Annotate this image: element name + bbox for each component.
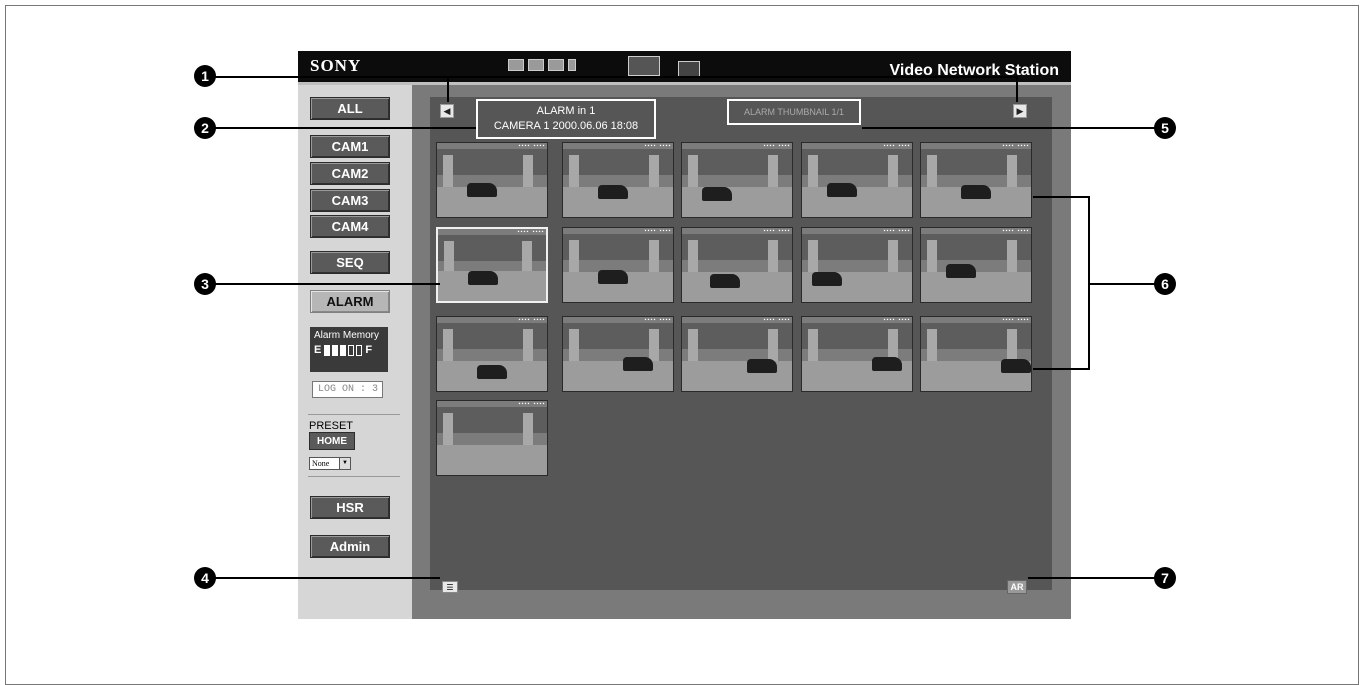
ar-button[interactable]: AR: [1007, 580, 1027, 594]
alarm-thumbnail[interactable]: ▪▪▪▪ ▪▪▪▪: [436, 227, 548, 303]
memory-cell: [324, 344, 331, 356]
callout-line-6: [1088, 283, 1160, 285]
callout-5: 5: [1154, 117, 1176, 139]
alarm-button[interactable]: ALARM: [310, 290, 390, 313]
callout-line-3: [210, 283, 440, 285]
sidebar-divider: [308, 476, 400, 477]
alarm-info-line1: ALARM in 1: [536, 105, 596, 117]
alarm-thumbnail[interactable]: ▪▪▪▪ ▪▪▪▪: [436, 316, 548, 392]
alarm-thumbnail[interactable]: ▪▪▪▪ ▪▪▪▪: [801, 142, 913, 218]
alarm-thumbnail[interactable]: ▪▪▪▪ ▪▪▪▪: [436, 400, 548, 476]
memory-cell: [348, 344, 355, 356]
logon-counter: LOG ON : 3: [312, 381, 383, 398]
admin-button[interactable]: Admin: [310, 535, 390, 558]
seq-button[interactable]: SEQ: [310, 251, 390, 274]
alarm-thumbnail[interactable]: ▪▪▪▪ ▪▪▪▪: [801, 316, 913, 392]
callout-7: 7: [1154, 567, 1176, 589]
alarm-thumbnail[interactable]: ▪▪▪▪ ▪▪▪▪: [801, 227, 913, 303]
callout-4: 4: [194, 567, 216, 589]
preset-select-value: None: [312, 459, 330, 468]
callout-6: 6: [1154, 273, 1176, 295]
alarm-thumbnail[interactable]: ▪▪▪▪ ▪▪▪▪: [436, 142, 548, 218]
alarm-info-box: ALARM in 1 CAMERA 1 2000.06.06 18:08: [476, 99, 656, 139]
home-button[interactable]: HOME: [309, 432, 355, 450]
alarm-memory-label: Alarm Memory: [314, 330, 380, 341]
alarm-thumbnail[interactable]: ▪▪▪▪ ▪▪▪▪: [681, 142, 793, 218]
thumbnail-title-box: ALARM THUMBNAIL 1/1: [727, 99, 861, 125]
callout-bracket-bottom: [1033, 368, 1089, 370]
alarm-thumbnail[interactable]: ▪▪▪▪ ▪▪▪▪: [681, 227, 793, 303]
callout-line-7: [1028, 577, 1162, 579]
right-arrow-icon[interactable]: ▶: [1013, 104, 1027, 118]
preset-label: PRESET: [309, 420, 354, 432]
callout-line-1a: [447, 76, 449, 102]
callout-3: 3: [194, 273, 216, 295]
memory-cell: [356, 344, 363, 356]
preset-select[interactable]: None ▼: [309, 457, 351, 470]
cam3-button[interactable]: CAM3: [310, 189, 390, 212]
alarm-thumbnail[interactable]: ▪▪▪▪ ▪▪▪▪: [920, 316, 1032, 392]
alarm-thumbnail[interactable]: ▪▪▪▪ ▪▪▪▪: [562, 316, 674, 392]
callout-line-1: [210, 76, 1016, 78]
callout-bracket-top: [1033, 196, 1089, 198]
left-arrow-icon[interactable]: ◀: [440, 104, 454, 118]
callout-line-5: [862, 127, 1162, 129]
callout-line-1b: [1016, 76, 1018, 102]
alarm-memory-empty-label: E: [314, 344, 322, 356]
cam1-button[interactable]: CAM1: [310, 135, 390, 158]
chevron-down-icon[interactable]: ▼: [339, 458, 350, 469]
cam2-button[interactable]: CAM2: [310, 162, 390, 185]
callout-2: 2: [194, 117, 216, 139]
alarm-memory-full-label: F: [365, 344, 373, 356]
alarm-info-line2: CAMERA 1 2000.06.06 18:08: [493, 120, 639, 132]
alarm-thumbnail[interactable]: ▪▪▪▪ ▪▪▪▪: [920, 227, 1032, 303]
all-button[interactable]: ALL: [310, 97, 390, 120]
list-icon[interactable]: ☰: [442, 581, 458, 593]
alarm-thumbnail[interactable]: ▪▪▪▪ ▪▪▪▪: [562, 142, 674, 218]
alarm-memory-indicator: Alarm Memory E F: [310, 327, 388, 372]
callout-line-4: [210, 577, 440, 579]
cam4-button[interactable]: CAM4: [310, 215, 390, 238]
memory-cell: [340, 344, 347, 356]
memory-cell: [332, 344, 339, 356]
callout-line-2: [210, 127, 476, 129]
callout-1: 1: [194, 65, 216, 87]
alarm-thumbnail[interactable]: ▪▪▪▪ ▪▪▪▪: [681, 316, 793, 392]
hsr-button[interactable]: HSR: [310, 496, 390, 519]
sony-logo: SONY: [310, 56, 362, 75]
sidebar-divider: [308, 414, 400, 415]
alarm-thumbnail[interactable]: ▪▪▪▪ ▪▪▪▪: [562, 227, 674, 303]
alarm-thumbnail[interactable]: ▪▪▪▪ ▪▪▪▪: [920, 142, 1032, 218]
